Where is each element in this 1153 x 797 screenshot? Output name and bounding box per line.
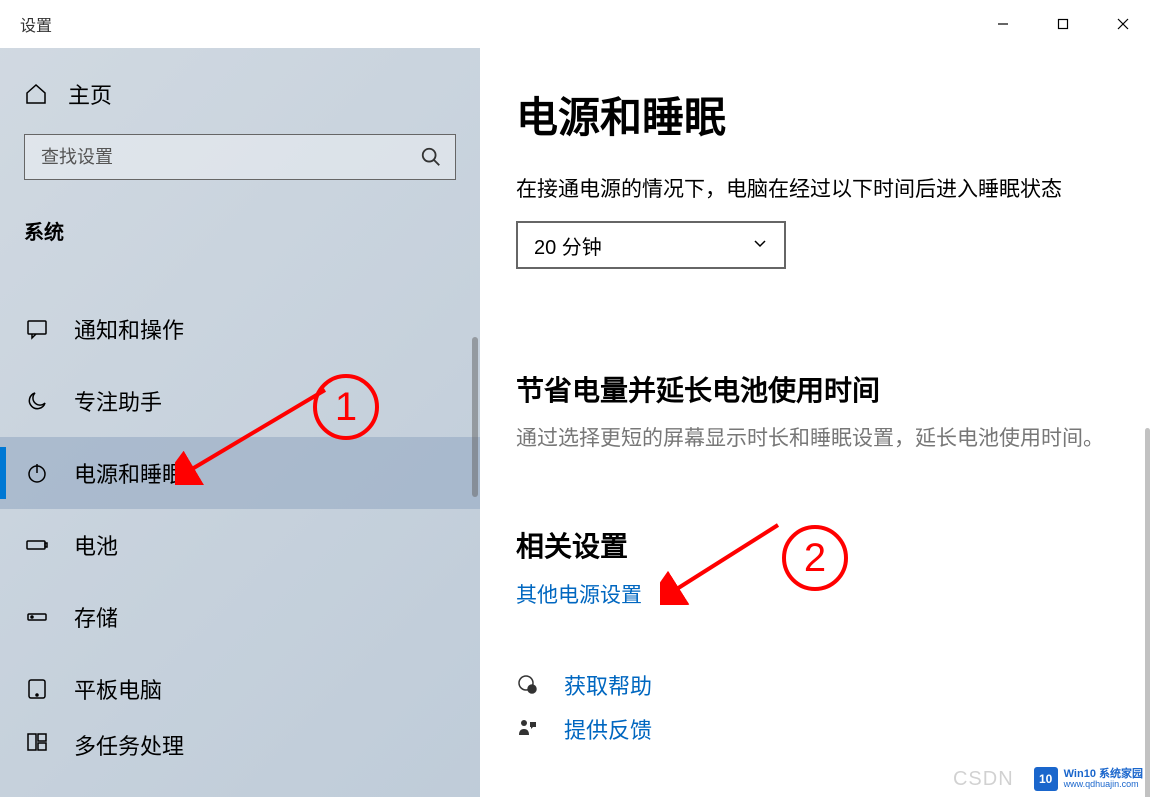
moon-icon [24,388,50,414]
watermark-logo: 10 [1034,767,1058,791]
message-icon [24,316,50,342]
feedback-icon [516,717,540,741]
sidebar-item-label: 电源和睡眠 [74,457,184,489]
get-help-link[interactable]: 获取帮助 [564,669,652,701]
display-icon [24,263,50,289]
sidebar-item-battery[interactable]: 电池 [0,509,480,581]
sidebar-home-label: 主页 [68,78,112,110]
battery-save-desc: 通过选择更短的屏幕显示时长和睡眠设置，延长电池使用时间。 [516,423,1106,455]
storage-icon [24,604,50,630]
minimize-button[interactable] [973,0,1033,48]
sidebar-item-storage[interactable]: 存储 [0,581,480,653]
feedback-link[interactable]: 提供反馈 [564,713,652,745]
help-icon: ? [516,673,540,697]
home-icon [24,82,48,106]
watermark-brand: 10 Win10 系统家园 www.qdhuajin.com [1034,767,1143,791]
multitask-icon [24,729,50,755]
sleep-time-dropdown[interactable]: 20 分钟 [516,221,786,269]
sidebar-items: 通知和操作 专注助手 电源和睡眠 电池 [0,257,480,797]
main-content: 电源和睡眠 在接通电源的情况下，电脑在经过以下时间后进入睡眠状态 20 分钟 节… [480,48,1153,797]
sidebar-item-label: 通知和操作 [74,313,184,345]
battery-icon [24,532,50,558]
search-container [24,134,456,180]
sidebar-item-label: 电池 [74,529,118,561]
sidebar-category: 系统 [24,216,456,245]
related-settings-title: 相关设置 [516,525,1113,565]
titlebar: 设置 [0,0,1153,48]
page-title: 电源和睡眠 [516,84,1113,145]
sidebar-item-label: 存储 [74,601,118,633]
window-controls [973,0,1153,48]
sleep-setting-label: 在接通电源的情况下，电脑在经过以下时间后进入睡眠状态 [516,173,1113,203]
window-title: 设置 [20,12,52,36]
other-power-settings-link[interactable]: 其他电源设置 [516,579,642,609]
watermark-url: www.qdhuajin.com [1064,780,1143,790]
watermark-csdn: CSDN [953,768,1014,791]
search-icon [420,146,442,168]
dropdown-value: 20 分钟 [534,231,602,260]
maximize-button[interactable] [1033,0,1093,48]
sidebar-item-power-sleep[interactable]: 电源和睡眠 [0,437,480,509]
chevron-down-icon [752,235,768,256]
get-help-row[interactable]: ? 获取帮助 [516,669,1113,701]
sidebar-item-partial[interactable] [0,257,480,293]
main-scrollbar[interactable] [1145,428,1150,797]
sidebar-item-focus[interactable]: 专注助手 [0,365,480,437]
sidebar-item-label: 专注助手 [74,385,162,417]
sidebar-item-notifications[interactable]: 通知和操作 [0,293,480,365]
tablet-icon [24,676,50,702]
power-icon [24,460,50,486]
sidebar-item-tablet[interactable]: 平板电脑 [0,653,480,725]
close-button[interactable] [1093,0,1153,48]
sidebar-item-label: 多任务处理 [74,729,184,761]
sidebar: 主页 系统 通知和操作 [0,48,480,797]
watermarks: CSDN 10 Win10 系统家园 www.qdhuajin.com [953,767,1143,791]
search-input[interactable] [24,134,456,180]
sidebar-item-label: 平板电脑 [74,673,162,705]
battery-save-title: 节省电量并延长电池使用时间 [516,369,1113,409]
sidebar-item-multitask[interactable]: 多任务处理 [0,725,480,765]
sidebar-home[interactable]: 主页 [24,78,456,110]
feedback-row[interactable]: 提供反馈 [516,713,1113,745]
sidebar-scrollbar[interactable] [472,337,478,497]
